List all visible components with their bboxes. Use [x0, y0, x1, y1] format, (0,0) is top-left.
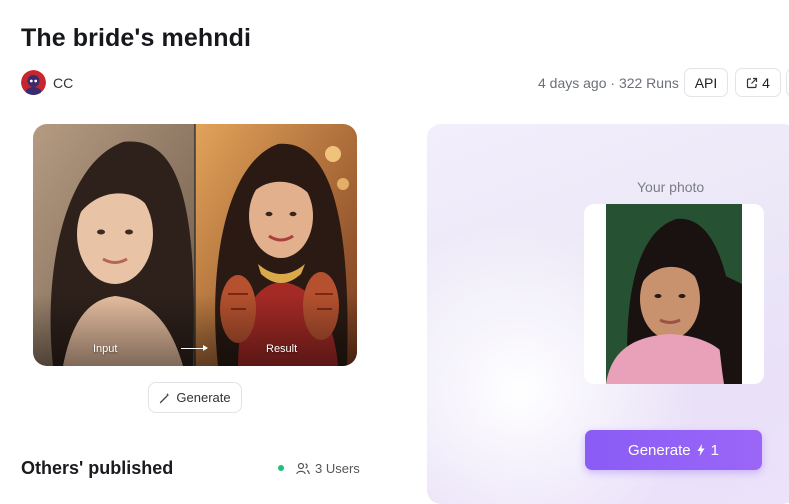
arrow-right-icon — [181, 345, 208, 351]
online-status-dot — [278, 465, 284, 471]
preview-image — [33, 124, 357, 366]
magic-wand-icon — [160, 392, 170, 403]
author-link[interactable]: CC — [21, 70, 73, 95]
generate-sample-label: Generate — [176, 390, 231, 405]
run-meta: 4 days ago · 322 Runs — [538, 75, 679, 91]
result-caption: Result — [266, 343, 298, 355]
share-button[interactable]: 4 — [735, 68, 781, 97]
avatar — [21, 70, 46, 95]
api-button[interactable]: API — [684, 68, 728, 97]
author-name: CC — [53, 74, 74, 91]
users-count[interactable]: 3 Users — [296, 461, 360, 476]
before-after-preview[interactable]: Input Result — [33, 124, 357, 366]
lightning-icon — [697, 444, 705, 456]
uploaded-photo — [606, 204, 742, 384]
your-photo-upload[interactable] — [584, 204, 764, 384]
your-photo-label: Your photo — [637, 179, 705, 195]
generate-sample-button[interactable]: Generate — [148, 382, 242, 413]
share-count: 4 — [762, 74, 770, 91]
page-title: The bride's mehndi — [21, 24, 251, 52]
share-icon — [746, 77, 758, 88]
users-icon — [296, 462, 310, 475]
generate-button-label: Generate — [628, 441, 691, 459]
others-published-heading: Others' published — [21, 458, 174, 478]
generate-cost: 1 — [710, 441, 719, 459]
users-count-label: 3 Users — [315, 461, 360, 476]
generate-button[interactable]: Generate 1 — [585, 430, 762, 470]
input-caption: Input — [93, 343, 118, 355]
